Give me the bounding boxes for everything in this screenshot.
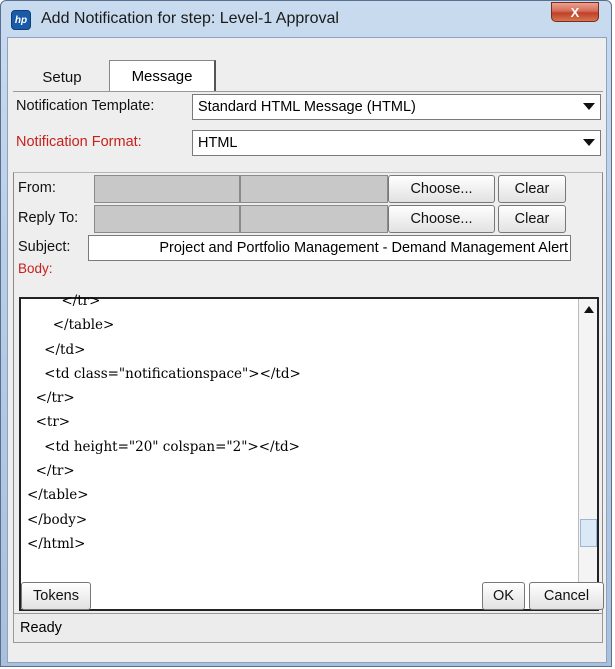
reply-to-address-field[interactable] <box>240 205 388 233</box>
close-icon: X <box>570 4 580 20</box>
from-clear-button[interactable]: Clear <box>498 175 566 203</box>
hp-logo-icon: hp <box>11 10 31 30</box>
notification-format-value: HTML <box>198 135 238 151</box>
code-line: <td class="notificationspace"></td> <box>27 365 301 382</box>
vertical-scrollbar[interactable] <box>578 299 597 609</box>
tab-setup[interactable]: Setup <box>22 63 102 92</box>
chevron-down-icon <box>583 103 595 110</box>
subject-input[interactable]: Project and Portfolio Management - Deman… <box>88 235 571 261</box>
notification-format-select[interactable]: HTML <box>192 130 601 156</box>
message-tab-panel: Notification Template: Standard HTML Mes… <box>13 91 603 615</box>
notification-template-label: Notification Template: <box>16 98 155 114</box>
close-button[interactable]: X <box>551 2 599 22</box>
tab-message[interactable]: Message <box>109 60 216 92</box>
dialog-window: hp Add Notification for step: Level-1 Ap… <box>0 0 612 667</box>
subject-value: Project and Portfolio Management - Deman… <box>159 240 568 256</box>
chevron-down-icon <box>583 139 595 146</box>
dialog-client: Setup Message Notification Template: Sta… <box>7 37 607 663</box>
status-bar: Ready <box>13 613 603 643</box>
arrow-up-icon <box>583 306 594 313</box>
subject-label: Subject: <box>18 239 71 255</box>
reply-to-label: Reply To: <box>18 210 79 226</box>
body-editor[interactable]: </tr> </table> </td> <td class="notifica… <box>19 293 599 611</box>
code-line: </table> <box>27 487 89 504</box>
message-fields-group: From: Choose... Clear Reply To: Choose..… <box>13 172 603 614</box>
from-address-field[interactable] <box>240 175 388 203</box>
notification-template-select[interactable]: Standard HTML Message (HTML) <box>192 94 601 120</box>
notification-template-value: Standard HTML Message (HTML) <box>198 99 416 115</box>
from-name-field[interactable] <box>94 175 240 203</box>
scroll-up-button[interactable] <box>580 301 597 318</box>
code-line: </td> <box>27 341 86 358</box>
code-line: <td height="20" colspan="2"></td> <box>27 438 300 455</box>
code-line: <tr> <box>27 414 71 431</box>
ok-button[interactable]: OK <box>482 582 525 610</box>
code-line: </tr> <box>27 463 75 480</box>
title-bar[interactable]: hp Add Notification for step: Level-1 Ap… <box>1 1 611 37</box>
reply-to-choose-button[interactable]: Choose... <box>388 205 495 233</box>
notification-format-label: Notification Format: <box>16 134 142 150</box>
code-line: </html> <box>27 535 86 552</box>
from-choose-button[interactable]: Choose... <box>388 175 495 203</box>
code-line: </tr> <box>27 293 101 309</box>
code-line: </table> <box>27 317 115 334</box>
window-title: Add Notification for step: Level-1 Appro… <box>41 10 339 27</box>
body-label: Body: <box>18 261 53 276</box>
status-text: Ready <box>20 620 62 636</box>
code-line: </body> <box>27 511 88 528</box>
cancel-button[interactable]: Cancel <box>529 582 604 610</box>
body-text[interactable]: </tr> </table> </td> <td class="notifica… <box>27 289 552 599</box>
tokens-button[interactable]: Tokens <box>21 582 91 610</box>
reply-to-clear-button[interactable]: Clear <box>498 205 566 233</box>
reply-to-name-field[interactable] <box>94 205 240 233</box>
scroll-thumb[interactable] <box>580 519 597 547</box>
code-line: </tr> <box>27 390 75 407</box>
from-label: From: <box>18 180 56 196</box>
